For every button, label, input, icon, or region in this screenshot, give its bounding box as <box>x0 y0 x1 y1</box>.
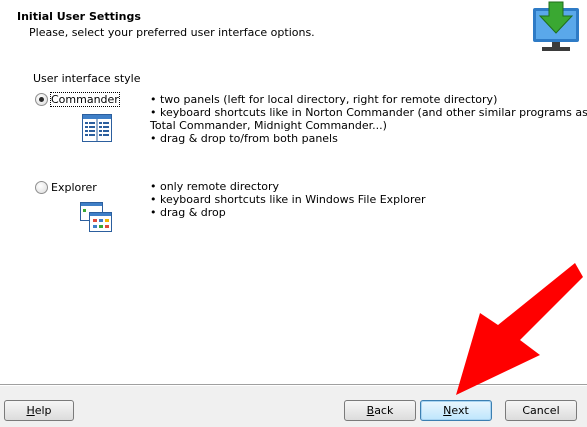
commander-panels-icon <box>82 114 112 142</box>
commander-radio-label[interactable]: Commander <box>50 92 120 107</box>
wizard-footer: Help Back Next Cancel <box>0 386 587 427</box>
ui-style-label: User interface style <box>33 72 141 85</box>
commander-radio[interactable] <box>35 93 48 106</box>
commander-bullet: • drag & drop to/from both panels <box>150 132 338 145</box>
next-button[interactable]: Next <box>420 400 492 421</box>
next-button-label: Next <box>443 404 469 417</box>
wizard-header: Initial User Settings Please, select you… <box>0 0 587 60</box>
help-button-label: Help <box>26 404 52 417</box>
download-computer-icon <box>530 0 582 52</box>
page-subtitle: Please, select your preferred user inter… <box>29 26 315 39</box>
back-button[interactable]: Back <box>344 400 416 421</box>
commander-bullet: • keyboard shortcuts like in Norton Comm… <box>150 106 587 119</box>
commander-bullet: Total Commander, Midnight Commander...) <box>150 119 387 132</box>
explorer-bullet: • only remote directory <box>150 180 280 193</box>
explorer-radio[interactable] <box>35 181 48 194</box>
commander-description: • two panels (left for local directory, … <box>150 93 587 145</box>
page-title: Initial User Settings <box>17 10 141 23</box>
explorer-bullet: • keyboard shortcuts like in Windows Fil… <box>150 193 426 206</box>
help-button[interactable]: Help <box>4 400 74 421</box>
cancel-button-label: Cancel <box>522 404 560 417</box>
explorer-radio-label[interactable]: Explorer <box>51 181 97 194</box>
red-arrow-annotation <box>456 263 583 395</box>
commander-label-text: Commander <box>51 93 119 106</box>
back-button-label: Back <box>366 404 394 417</box>
explorer-label-text: Explorer <box>51 181 97 194</box>
explorer-bullet: • drag & drop <box>150 206 226 219</box>
commander-bullet: • two panels (left for local directory, … <box>150 93 498 106</box>
cancel-button[interactable]: Cancel <box>505 400 577 421</box>
explorer-description: • only remote directory • keyboard short… <box>150 180 426 219</box>
explorer-windows-icon <box>80 202 112 232</box>
